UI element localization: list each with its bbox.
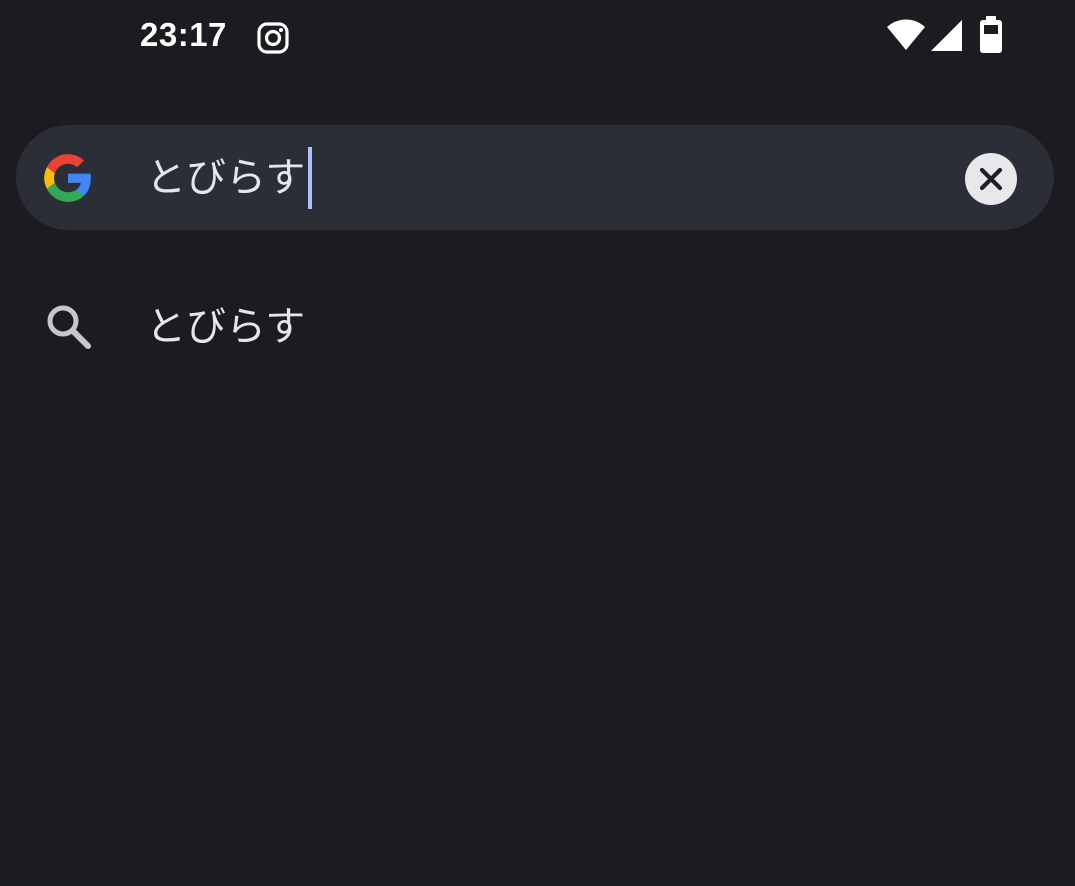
wifi-icon (887, 19, 925, 50)
instagram-icon (257, 22, 289, 54)
search-bar: とびらす (16, 125, 1054, 230)
suggestion-item[interactable]: とびらす (0, 282, 1075, 370)
status-bar: 23:17 (0, 0, 1075, 76)
screen: 23:17 とびらす とびらす (0, 0, 1075, 886)
status-time: 23:17 (140, 16, 227, 53)
close-icon (979, 167, 1003, 191)
search-query-text: とびらす (146, 155, 306, 201)
signal-icon (931, 20, 962, 51)
text-caret (308, 147, 313, 209)
suggestion-label: とびらす (146, 304, 306, 350)
search-icon (47, 305, 91, 349)
clear-search-button[interactable] (965, 153, 1017, 205)
search-input[interactable]: とびらす (146, 143, 313, 213)
google-logo-icon (44, 154, 91, 202)
battery-icon (980, 16, 1002, 53)
